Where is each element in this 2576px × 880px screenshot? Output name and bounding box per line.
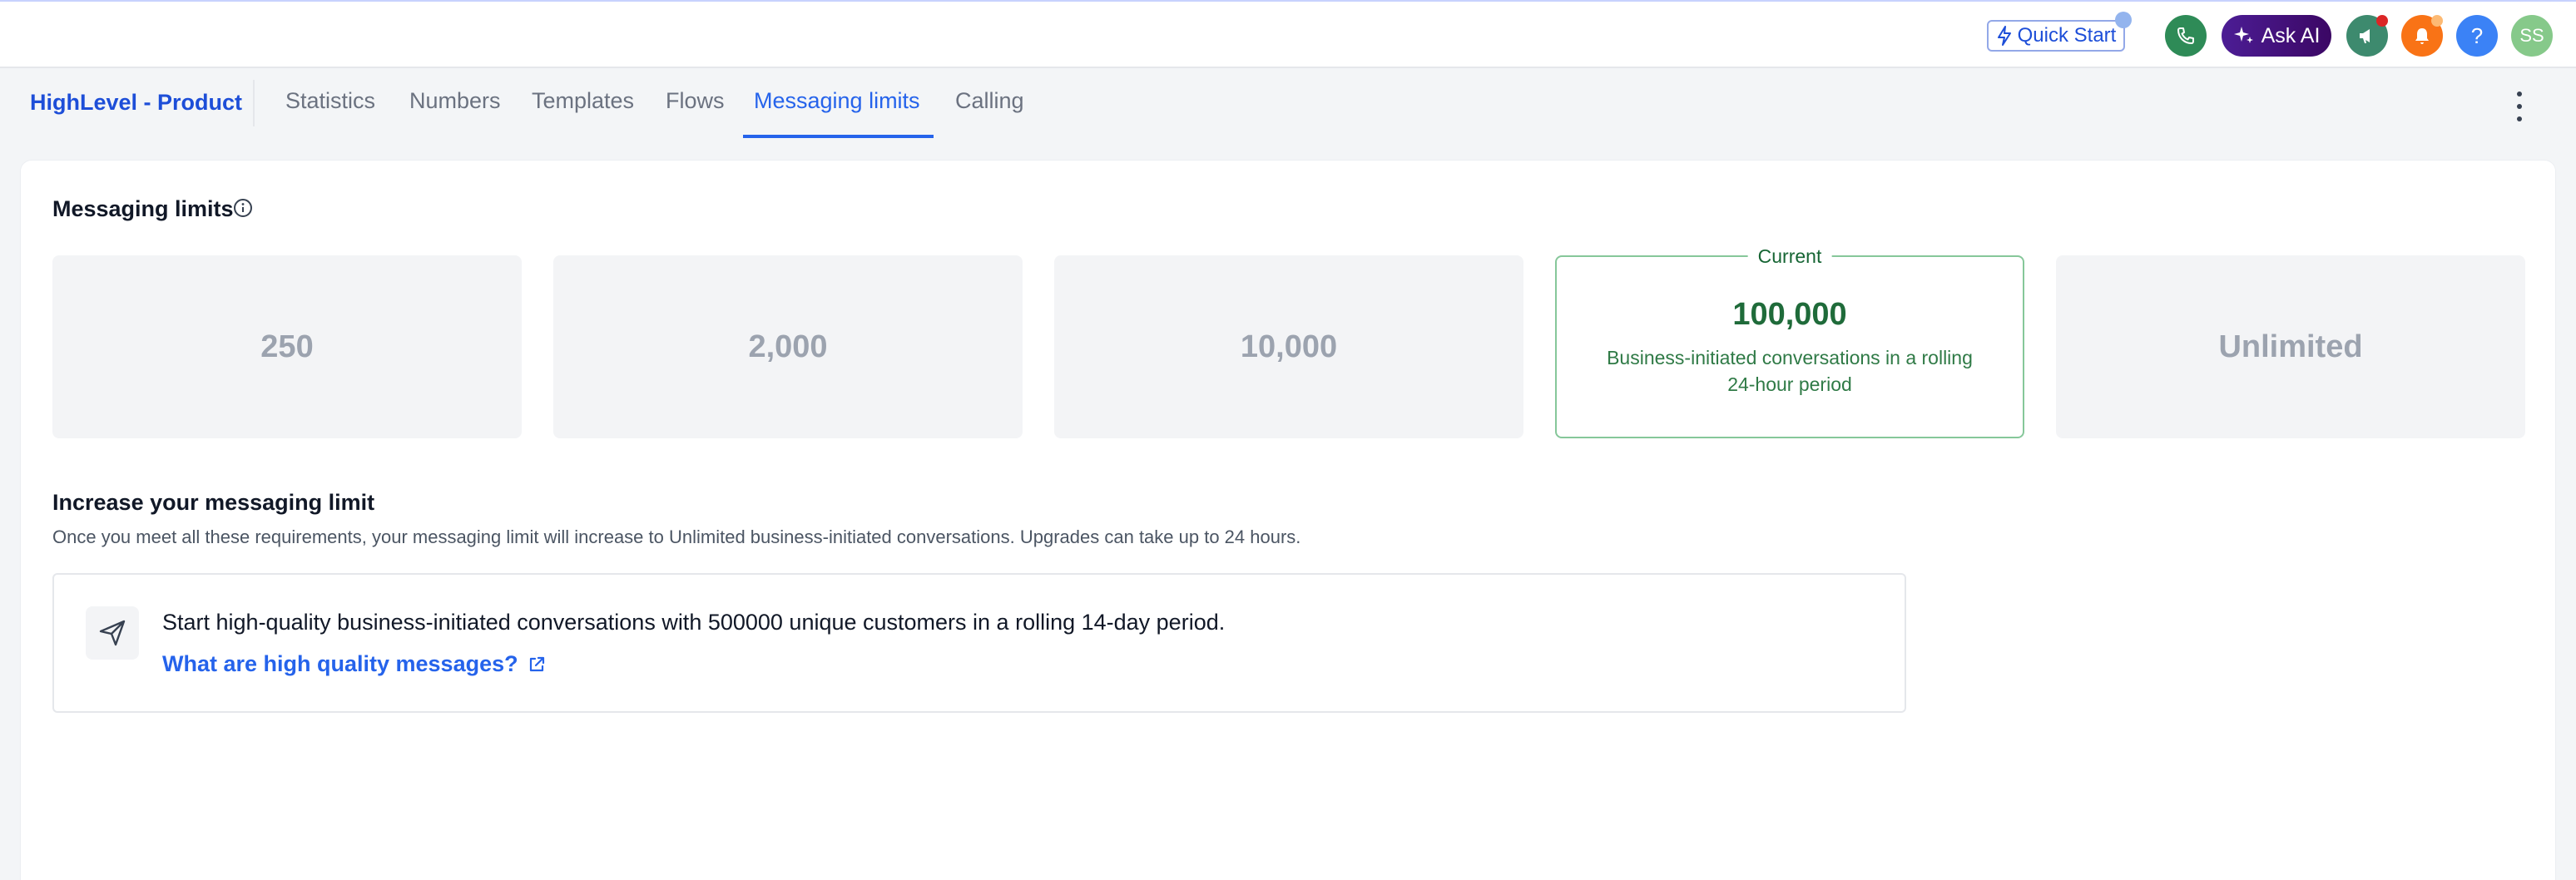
quick-start-button[interactable]: Quick Start xyxy=(1987,12,2132,52)
tab-flows[interactable]: Flows xyxy=(666,88,725,138)
requirement-text: Start high-quality business-initiated co… xyxy=(162,610,1226,635)
requirement-card: Start high-quality business-initiated co… xyxy=(52,573,1906,713)
ask-ai-label: Ask AI xyxy=(2261,23,2321,47)
sparkle-icon xyxy=(2233,27,2253,43)
link-label: What are high quality messages? xyxy=(162,651,518,676)
notifications-button[interactable] xyxy=(2401,15,2443,57)
limit-value: Unlimited xyxy=(2218,329,2363,364)
limit-value: 10,000 xyxy=(1240,329,1338,364)
messaging-limits-panel: Messaging limits 250 2,000 10,000 Curren… xyxy=(20,160,2556,880)
limit-value: 2,000 xyxy=(748,329,828,364)
limit-value: 100,000 xyxy=(1732,296,1847,332)
limit-card-2000: 2,000 xyxy=(553,255,1023,438)
ask-ai-button[interactable]: Ask AI xyxy=(2222,15,2331,57)
quick-start-label: Quick Start xyxy=(2017,24,2117,47)
notifications-badge xyxy=(2431,15,2443,27)
announcements-button[interactable] xyxy=(2346,15,2388,57)
help-icon: ? xyxy=(2470,22,2484,48)
brand-title: HighLevel - Product xyxy=(30,90,243,115)
requirement-icon-box xyxy=(86,606,139,660)
info-icon[interactable] xyxy=(232,197,254,219)
increase-limit-title: Increase your messaging limit xyxy=(52,490,375,515)
lightning-icon xyxy=(1997,26,2011,46)
limit-card-unlimited: Unlimited xyxy=(2056,255,2525,438)
brand-divider xyxy=(253,80,255,126)
limit-card-10000: 10,000 xyxy=(1054,255,1523,438)
high-quality-messages-link[interactable]: What are high quality messages? xyxy=(162,651,547,677)
announcements-badge xyxy=(2376,15,2388,27)
limit-value: 250 xyxy=(260,329,314,364)
limit-card-250: 250 xyxy=(52,255,522,438)
tab-bar: HighLevel - Product Statistics Numbers T… xyxy=(0,70,2576,138)
send-icon xyxy=(99,620,126,646)
avatar[interactable]: SS xyxy=(2511,15,2553,57)
external-link-icon xyxy=(529,656,544,671)
tab-calling[interactable]: Calling xyxy=(955,88,1024,138)
avatar-initials: SS xyxy=(2519,25,2544,46)
phone-button[interactable] xyxy=(2165,15,2207,57)
page-title: Messaging limits xyxy=(52,196,234,221)
tab-statistics[interactable]: Statistics xyxy=(285,88,375,138)
quick-start-indicator xyxy=(2115,12,2132,28)
top-bar: Quick Start Ask AI ? SS xyxy=(0,2,2576,68)
current-tag: Current xyxy=(1747,245,1832,268)
more-options-icon[interactable] xyxy=(2514,91,2524,121)
limit-description: Business-initiated conversations in a ro… xyxy=(1607,346,1973,395)
tab-messaging-limits[interactable]: Messaging limits xyxy=(754,88,920,138)
tab-numbers[interactable]: Numbers xyxy=(409,88,501,138)
phone-icon xyxy=(2177,27,2194,44)
increase-limit-description: Once you meet all these requirements, yo… xyxy=(52,527,1301,547)
active-tab-indicator xyxy=(743,135,934,138)
help-button[interactable]: ? xyxy=(2456,15,2498,57)
bell-icon xyxy=(2415,28,2429,44)
limit-card-current: Current 100,000 Business-initiated conve… xyxy=(1555,245,2024,438)
tab-templates[interactable]: Templates xyxy=(532,88,634,138)
megaphone-icon xyxy=(2360,29,2370,43)
